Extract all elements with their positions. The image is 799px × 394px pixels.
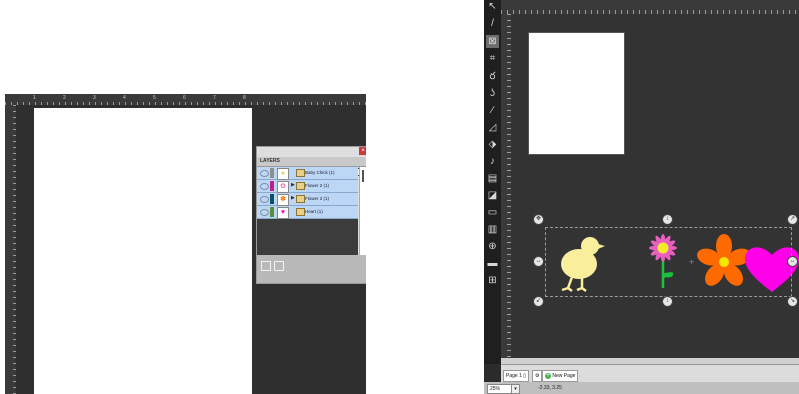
folder-icon — [296, 169, 305, 177]
cursor-coordinates: -2.33, 3.25 — [538, 385, 562, 391]
pointer-tool-icon[interactable]: ↖ — [486, 0, 499, 13]
ruler-number: 2 — [63, 95, 66, 101]
folder-icon — [296, 208, 305, 216]
layer-name: Flower 2 (1) — [305, 196, 330, 201]
zoom-tool-icon[interactable]: ⊕ — [486, 240, 499, 253]
status-bar: 25% ▾ -2.33, 3.25 — [484, 382, 799, 394]
ruler-number: 6 — [183, 95, 186, 101]
canvas-page[interactable] — [34, 108, 252, 394]
add-page-icon: + — [545, 372, 551, 379]
right-screenshot: ↖ / ⊠ ⌗ ర ʖ ∕ ◿ ⬗ ♪ ▤ ◪ ▭ ▥ ⊕ ▬ ⊞ + ✥ ↕ … — [484, 0, 799, 394]
page-tab-label: Page 1 — [506, 373, 522, 379]
vertical-ruler — [5, 105, 16, 394]
layer-row[interactable]: ♥ Heart (1) — [257, 206, 358, 219]
keyboard-tool-icon[interactable]: ▬ — [486, 257, 499, 270]
layers-list: ● Baby Chick (1) ✿ ▶ Flower 2 (1) ✽ ▶ Fl… — [257, 167, 358, 255]
zoom-dropdown-icon[interactable]: ▾ — [511, 384, 520, 394]
resize-handle-bottom-left[interactable]: ↙ — [533, 296, 544, 307]
ruler-number: 3 — [93, 95, 96, 101]
resize-handle-top[interactable]: ↕ — [662, 214, 673, 225]
crop-tool-icon[interactable]: ⌗ — [486, 52, 499, 65]
resize-handle-top-right[interactable]: ↗ — [787, 214, 798, 225]
heart-thumbnail-icon: ♥ — [277, 207, 289, 219]
layer-row[interactable]: ✿ ▶ Flower 2 (1) — [257, 180, 358, 193]
new-layer-icon[interactable] — [261, 261, 271, 271]
page-tab[interactable]: Page 1 ▯ — [503, 370, 529, 382]
tools-toolbar: ↖ / ⊠ ⌗ ర ʖ ∕ ◿ ⬗ ♪ ▤ ◪ ▭ ▥ ⊕ ▬ ⊞ — [484, 0, 501, 364]
layers-panel: × LAYERS ● Baby Chick (1) ✿ ▶ Flower 2 (… — [256, 146, 366, 284]
layer-color-swatch — [270, 168, 274, 178]
dropper-tool-icon[interactable]: ♪ — [486, 155, 499, 168]
layer-name: Flower 2 (1) — [305, 183, 330, 188]
page-settings-icon[interactable]: ⚙ — [532, 370, 543, 382]
canvas-page[interactable] — [528, 32, 625, 155]
layer-name: Heart (1) — [305, 209, 323, 214]
brush-tool-icon[interactable]: ∕ — [486, 104, 499, 117]
visibility-eye-icon[interactable] — [260, 183, 269, 190]
shape-tool-icon[interactable]: ◪ — [486, 189, 499, 202]
pages-bar: Page 1 ▯ ⚙ + New Page — [501, 364, 799, 383]
ruler-number: 5 — [153, 95, 156, 101]
resize-handle-bottom-right[interactable]: ↘ — [787, 296, 798, 307]
node-tool-icon[interactable]: ▭ — [486, 206, 499, 219]
select-tool-icon[interactable]: ⊠ — [486, 35, 499, 48]
close-panel-button[interactable]: × — [359, 147, 366, 155]
layers-panel-title: LAYERS — [260, 158, 280, 164]
columns-tool-icon[interactable]: ▥ — [486, 223, 499, 236]
new-page-button[interactable]: + New Page — [542, 370, 579, 382]
folder-icon — [296, 195, 305, 203]
expand-arrow-icon[interactable]: ▶ — [291, 195, 295, 201]
resize-handle-left[interactable]: ↔ — [533, 256, 544, 267]
resize-handle-bottom[interactable]: ↕ — [662, 296, 673, 307]
layer-color-swatch — [270, 207, 274, 217]
horizontal-ruler — [501, 0, 799, 14]
layer-name: Baby Chick (1) — [305, 170, 335, 175]
scrollbar-thumb[interactable] — [362, 170, 364, 182]
hook-tool-icon[interactable]: ʖ — [486, 87, 499, 100]
grid-tool-icon[interactable]: ⊞ — [486, 274, 499, 287]
selection-bounding-box[interactable] — [545, 227, 792, 297]
folder-icon — [296, 182, 305, 190]
left-screenshot: 1 2 3 4 5 6 7 8 × LAYERS ● Baby Chick (1… — [5, 94, 366, 394]
visibility-eye-icon[interactable] — [260, 170, 269, 177]
layer-color-swatch — [270, 194, 274, 204]
layers-scrollbar[interactable] — [359, 167, 366, 255]
rotate-handle-icon[interactable]: ✥ — [533, 214, 544, 225]
layer-color-swatch — [270, 181, 274, 191]
layers-panel-header: LAYERS — [257, 157, 366, 176]
trash-icon[interactable] — [274, 261, 284, 271]
ruler-tool-icon[interactable]: ◿ — [486, 121, 499, 134]
daisy-thumbnail-icon: ✿ — [277, 181, 289, 193]
lasso-tool-icon[interactable]: ర — [486, 70, 499, 83]
eraser-tool-icon[interactable]: ⬗ — [486, 138, 499, 151]
ruler-number: 4 — [123, 95, 126, 101]
flower-thumbnail-icon: ✽ — [277, 194, 289, 206]
horizontal-ruler: 1 2 3 4 5 6 7 8 — [5, 94, 366, 105]
chick-thumbnail-icon: ● — [277, 168, 289, 180]
new-page-label: New Page — [552, 373, 576, 379]
ruler-number: 7 — [213, 95, 216, 101]
text-tool-icon[interactable]: ▤ — [486, 172, 499, 185]
resize-handle-right[interactable]: ↔ — [787, 256, 798, 267]
ruler-number: 1 — [33, 95, 36, 101]
expand-arrow-icon[interactable]: ▶ — [291, 182, 295, 188]
layer-row[interactable]: ● Baby Chick (1) — [257, 167, 358, 180]
vertical-ruler — [501, 14, 511, 364]
visibility-eye-icon[interactable] — [260, 209, 269, 216]
visibility-eye-icon[interactable] — [260, 196, 269, 203]
layer-row[interactable]: ✽ ▶ Flower 2 (1) — [257, 193, 358, 206]
ruler-number: 8 — [243, 95, 246, 101]
zoom-level-field[interactable]: 25% — [487, 384, 513, 394]
layers-panel-footer — [257, 255, 366, 283]
pen-tool-icon[interactable]: / — [486, 17, 499, 30]
